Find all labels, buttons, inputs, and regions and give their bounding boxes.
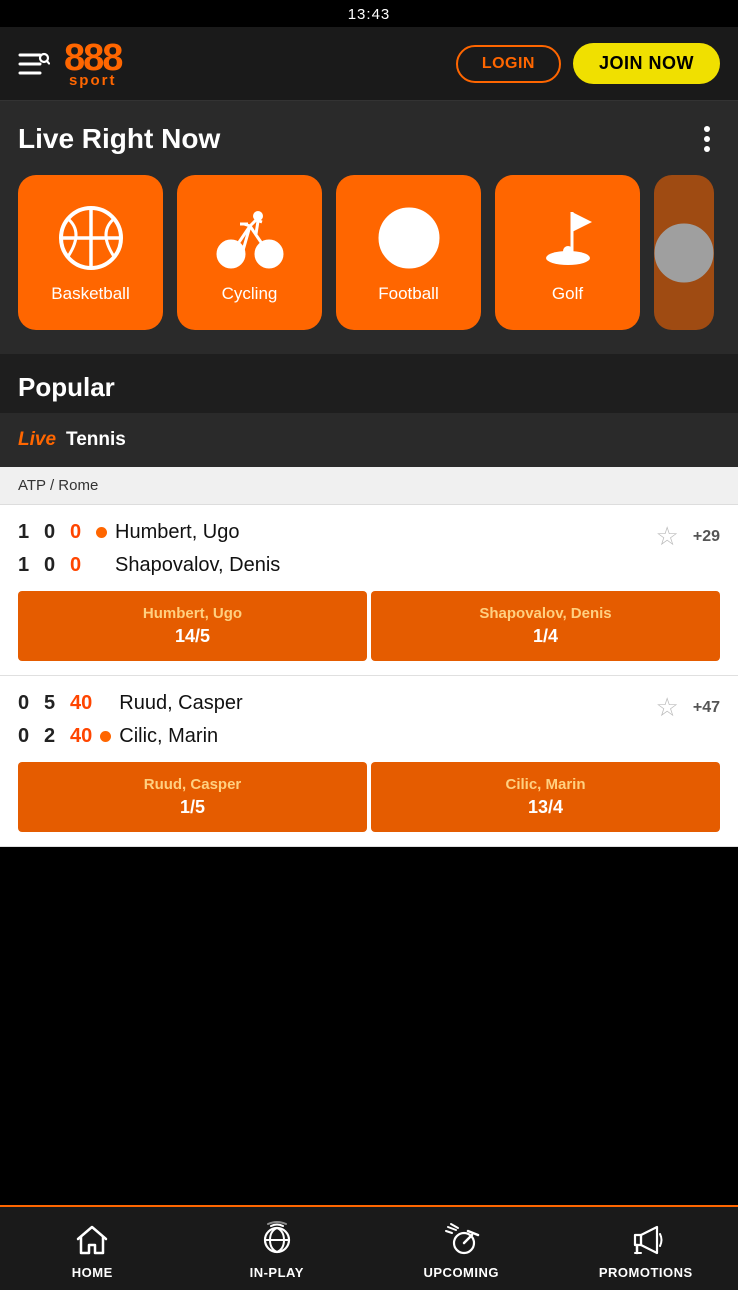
menu-button[interactable] bbox=[18, 50, 50, 78]
nav-upcoming[interactable]: UPCOMING bbox=[369, 1207, 554, 1290]
bet-cilic-button[interactable]: Cilic, Marin 13/4 bbox=[371, 762, 720, 832]
promotions-icon bbox=[627, 1221, 665, 1259]
nav-inplay[interactable]: IN-PLAY bbox=[185, 1207, 370, 1290]
bottom-nav: HOME IN-PLAY bbox=[0, 1205, 738, 1290]
bet-shapovalov-button[interactable]: Shapovalov, Denis 1/4 bbox=[371, 591, 720, 661]
join-button[interactable]: JOIN NOW bbox=[573, 43, 720, 84]
live-tennis-live-badge: Live bbox=[18, 429, 56, 451]
status-time: 13:43 bbox=[348, 6, 391, 23]
sport-item-cycling[interactable]: Cycling bbox=[177, 175, 322, 330]
sport-item-handball[interactable] bbox=[654, 175, 714, 330]
more-markets-1[interactable]: +29 bbox=[693, 528, 720, 546]
favorite-button-2[interactable]: ☆ bbox=[656, 692, 679, 723]
live-section: Live Right Now Basketball bbox=[0, 101, 738, 354]
bet-ruud-button[interactable]: Ruud, Casper 1/5 bbox=[18, 762, 367, 832]
match-scores-row-2: 0 5 40 Ruud, Casper 0 2 40 Cilic, Marin … bbox=[18, 692, 720, 748]
popular-title: Popular bbox=[18, 372, 115, 402]
live-tennis-header: Live Tennis bbox=[0, 413, 738, 467]
header: 888 sport LOGIN JOIN NOW bbox=[0, 27, 738, 101]
nav-upcoming-label: UPCOMING bbox=[424, 1265, 500, 1280]
player-name-3: Ruud, Casper bbox=[119, 692, 242, 715]
player-row-1: 1 0 0 Humbert, Ugo bbox=[18, 521, 280, 544]
login-button[interactable]: LOGIN bbox=[456, 45, 561, 83]
status-bar: 13:43 bbox=[0, 0, 738, 27]
player-row-4: 0 2 40 Cilic, Marin bbox=[18, 725, 243, 748]
sport-item-basketball[interactable]: Basketball bbox=[18, 175, 163, 330]
logo: 888 sport bbox=[64, 39, 121, 88]
nav-home-label: HOME bbox=[72, 1265, 113, 1280]
player-name-1: Humbert, Ugo bbox=[115, 521, 240, 544]
cycling-label: Cycling bbox=[222, 284, 278, 304]
logo-sport: sport bbox=[69, 73, 117, 88]
sport-item-golf[interactable]: Golf bbox=[495, 175, 640, 330]
match-row-1: 1 0 0 Humbert, Ugo 1 0 0 Shapovalov, Den… bbox=[0, 505, 738, 676]
football-label: Football bbox=[378, 284, 438, 304]
sports-row: Basketball bbox=[18, 175, 720, 330]
live-header: Live Right Now bbox=[18, 121, 720, 157]
more-markets-2[interactable]: +47 bbox=[693, 699, 720, 717]
more-options-button[interactable] bbox=[694, 121, 720, 157]
serving-dot-2 bbox=[100, 731, 111, 742]
home-icon bbox=[73, 1221, 111, 1259]
nav-promotions-label: PROMOTIONS bbox=[599, 1265, 693, 1280]
favorite-button-1[interactable]: ☆ bbox=[656, 521, 679, 552]
football-icon bbox=[373, 202, 445, 274]
match-container: ATP / Rome 1 0 0 Humbert, Ugo 1 0 0 bbox=[0, 467, 738, 847]
player-row-3: 0 5 40 Ruud, Casper bbox=[18, 692, 243, 715]
player-name-2: Shapovalov, Denis bbox=[115, 554, 280, 577]
nav-inplay-label: IN-PLAY bbox=[250, 1265, 304, 1280]
cycling-icon bbox=[214, 202, 286, 274]
header-right: LOGIN JOIN NOW bbox=[456, 43, 720, 84]
live-title: Live Right Now bbox=[18, 123, 220, 155]
live-tennis-sport-label: Tennis bbox=[66, 429, 126, 451]
sport-item-football[interactable]: Football bbox=[336, 175, 481, 330]
upcoming-icon bbox=[442, 1221, 480, 1259]
betting-buttons-2: Ruud, Casper 1/5 Cilic, Marin 13/4 bbox=[18, 762, 720, 832]
match-meta-1: ☆ +29 bbox=[656, 521, 720, 552]
inplay-icon bbox=[258, 1221, 296, 1259]
match-scores-row-1: 1 0 0 Humbert, Ugo 1 0 0 Shapovalov, Den… bbox=[18, 521, 720, 577]
betting-buttons-1: Humbert, Ugo 14/5 Shapovalov, Denis 1/4 bbox=[18, 591, 720, 661]
serving-dot-1 bbox=[96, 527, 107, 538]
basketball-label: Basketball bbox=[51, 284, 129, 304]
bet-humbert-button[interactable]: Humbert, Ugo 14/5 bbox=[18, 591, 367, 661]
match-row-2: 0 5 40 Ruud, Casper 0 2 40 Cilic, Marin … bbox=[0, 676, 738, 847]
player-row-2: 1 0 0 Shapovalov, Denis bbox=[18, 554, 280, 577]
player-name-4: Cilic, Marin bbox=[119, 725, 218, 748]
golf-icon bbox=[532, 202, 604, 274]
basketball-icon bbox=[55, 202, 127, 274]
match-players-1: 1 0 0 Humbert, Ugo 1 0 0 Shapovalov, Den… bbox=[18, 521, 280, 577]
match-meta-2: ☆ +47 bbox=[656, 692, 720, 723]
header-left: 888 sport bbox=[18, 39, 121, 88]
nav-home[interactable]: HOME bbox=[0, 1207, 185, 1290]
popular-section: Popular bbox=[0, 354, 738, 413]
golf-label: Golf bbox=[552, 284, 583, 304]
nav-promotions[interactable]: PROMOTIONS bbox=[554, 1207, 738, 1290]
match-players-2: 0 5 40 Ruud, Casper 0 2 40 Cilic, Marin bbox=[18, 692, 243, 748]
match-group-header-1: ATP / Rome bbox=[0, 467, 738, 505]
handball-icon bbox=[654, 217, 714, 289]
